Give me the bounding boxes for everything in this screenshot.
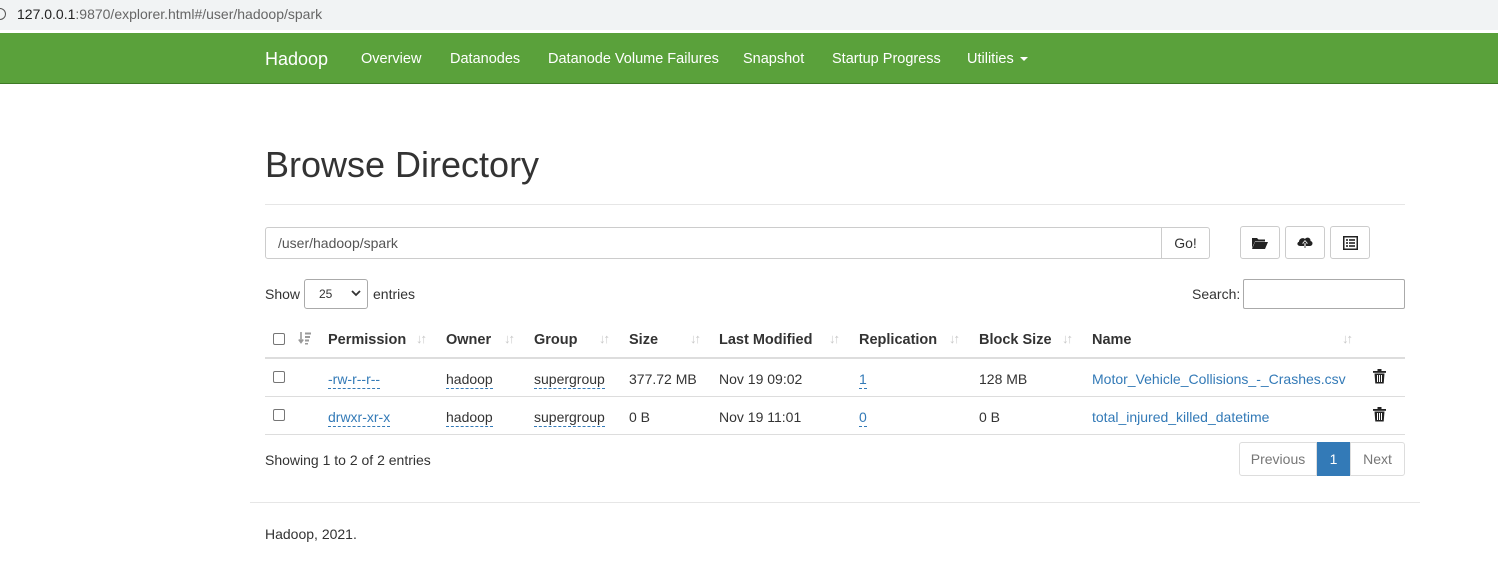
replication-link[interactable]: 0: [859, 409, 867, 427]
column-header-owner[interactable]: Owner: [446, 332, 491, 348]
trash-icon[interactable]: [1373, 407, 1386, 422]
column-header-name[interactable]: Name: [1092, 332, 1132, 348]
select-all-checkbox[interactable]: [273, 333, 285, 345]
next-page-button[interactable]: Next: [1350, 442, 1405, 476]
page-title: Browse Directory: [265, 144, 540, 185]
permission-link[interactable]: drwxr-xr-x: [328, 409, 391, 427]
column-header-last-modified[interactable]: Last Modified: [719, 332, 812, 348]
sort-icon[interactable]: ↓↑: [416, 331, 427, 346]
url-path: :9870/explorer.html#/user/hadoop/spark: [75, 6, 323, 22]
permission-link[interactable]: -rw-r--r--: [328, 371, 381, 389]
nav-datanode-volume-failures[interactable]: Datanode Volume Failures: [548, 51, 719, 67]
directory-path-input[interactable]: [265, 227, 1162, 259]
row-divider: [265, 396, 1405, 397]
title-divider: [265, 204, 1405, 205]
nav-snapshot[interactable]: Snapshot: [743, 51, 804, 67]
column-header-permission[interactable]: Permission: [328, 332, 406, 348]
entries-select-value: 25: [319, 287, 333, 301]
sort-icon[interactable]: ↓↑: [599, 331, 610, 346]
create-directory-button[interactable]: [1240, 226, 1280, 259]
nav-startup-progress[interactable]: Startup Progress: [832, 51, 941, 67]
navbar-brand[interactable]: Hadoop: [265, 49, 328, 70]
column-header-replication[interactable]: Replication: [859, 332, 937, 348]
url-host: 127.0.0.1: [17, 6, 76, 22]
sort-icon[interactable]: ↓↑: [829, 331, 840, 346]
row-divider: [265, 434, 1405, 435]
entries-label: entries: [373, 286, 416, 302]
footer-divider: [250, 502, 1420, 503]
column-header-block-size[interactable]: Block Size: [979, 332, 1052, 348]
caret-down-icon: [1019, 57, 1028, 62]
nav-utilities-label: Utilities: [967, 51, 1014, 67]
nav-datanodes[interactable]: Datanodes: [450, 51, 520, 67]
table-info: Showing 1 to 2 of 2 entries: [265, 452, 431, 468]
modified-cell: Nov 19 09:02: [719, 371, 803, 387]
sort-icon[interactable]: ↓↑: [504, 331, 515, 346]
replication-link[interactable]: 1: [859, 371, 867, 389]
nav-overview[interactable]: Overview: [361, 51, 421, 67]
show-label: Show: [265, 286, 301, 302]
column-header-size[interactable]: Size: [629, 332, 658, 348]
entries-per-page-select[interactable]: 25: [304, 279, 368, 309]
previous-page-button[interactable]: Previous: [1239, 442, 1317, 476]
sort-icon[interactable]: ↓↑: [1062, 331, 1073, 346]
file-name-link[interactable]: Motor_Vehicle_Collisions_-_Crashes.csv: [1092, 371, 1346, 387]
site-info-icon[interactable]: [0, 8, 6, 20]
chevron-down-icon: [351, 290, 361, 297]
search-input[interactable]: [1243, 279, 1405, 309]
cloud-upload-icon: [1297, 237, 1313, 249]
table-header-divider: [265, 357, 1405, 359]
sort-icon[interactable]: ↓↑: [949, 331, 960, 346]
sort-amount-icon[interactable]: [298, 331, 312, 345]
footer-text: Hadoop, 2021.: [265, 526, 357, 542]
column-header-group[interactable]: Group: [534, 332, 578, 348]
size-cell: 377.72 MB: [629, 371, 697, 387]
owner-link[interactable]: hadoop: [446, 409, 493, 427]
folder-open-icon: [1252, 237, 1268, 249]
block-size-cell: 0 B: [979, 409, 1001, 425]
search-label: Search:: [1192, 286, 1241, 302]
cut-paste-list-button[interactable]: [1330, 226, 1370, 259]
block-size-cell: 128 MB: [979, 371, 1028, 387]
trash-icon[interactable]: [1373, 369, 1386, 384]
list-alt-icon: [1342, 235, 1358, 250]
upload-files-button[interactable]: [1285, 226, 1325, 259]
sort-icon[interactable]: ↓↑: [690, 331, 701, 346]
sort-icon[interactable]: ↓↑: [1342, 331, 1353, 346]
top-navbar: Hadoop Overview Datanodes Datanode Volum…: [0, 33, 1498, 84]
row-checkbox[interactable]: [273, 371, 285, 383]
size-cell: 0 B: [629, 409, 651, 425]
nav-utilities-dropdown[interactable]: Utilities: [967, 51, 1028, 67]
row-checkbox[interactable]: [273, 409, 285, 421]
group-link[interactable]: supergroup: [534, 409, 605, 427]
group-link[interactable]: supergroup: [534, 371, 605, 389]
directory-name-link[interactable]: total_injured_killed_datetime: [1092, 409, 1269, 425]
browser-url-bar[interactable]: 127.0.0.1:9870/explorer.html#/user/hadoo…: [0, 0, 1498, 30]
page-1-button[interactable]: 1: [1317, 442, 1350, 476]
modified-cell: Nov 19 11:01: [719, 409, 802, 425]
owner-link[interactable]: hadoop: [446, 371, 493, 389]
go-button[interactable]: Go!: [1162, 227, 1210, 259]
url-text[interactable]: 127.0.0.1:9870/explorer.html#/user/hadoo…: [17, 6, 322, 22]
